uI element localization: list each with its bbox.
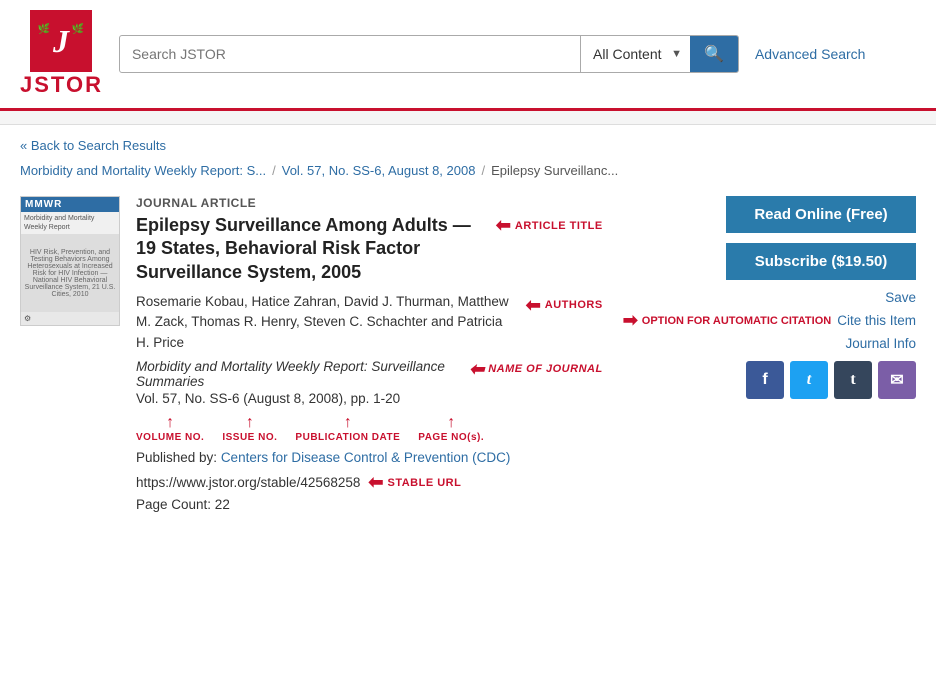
content-filter-select[interactable]: All Content — [581, 38, 690, 70]
citation-row: ➡ OPTION FOR AUTOMATIC CITATION Cite thi… — [623, 309, 916, 332]
header: J 🌿 🌿 JSTOR All Content 🔍 Advanced Searc… — [0, 0, 936, 111]
breadcrumb: Morbidity and Mortality Weekly Report: S… — [0, 159, 936, 186]
email-icon: ✉ — [890, 370, 903, 390]
main-content: MMWR Morbidity and Mortality Weekly Repo… — [0, 186, 936, 532]
journal-annotation-label: NAME OF JOURNAL — [488, 363, 602, 375]
back-to-search-link[interactable]: « Back to Search Results — [20, 138, 166, 153]
twitter-share-button[interactable]: t — [790, 361, 828, 399]
cover-mmwr-bar: MMWR — [21, 197, 119, 212]
authors-annotation-label: AUTHORS — [545, 297, 603, 314]
stable-url-line: https://www.jstor.org/stable/42568258 ⬅ … — [136, 472, 603, 493]
pages-annotation: ↑ PAGE NO(s). — [418, 414, 484, 444]
cover-mmwr-sub: Morbidity and Mortality Weekly Report — [21, 212, 119, 234]
journal-name-line: Morbidity and Mortality Weekly Report: S… — [136, 359, 603, 389]
breadcrumb-item-2[interactable]: Vol. 57, No. SS-6, August 8, 2008 — [282, 163, 476, 178]
volume-issue-text: Vol. 57, No. SS-6 (August 8, 2008), pp. … — [136, 391, 603, 406]
breadcrumb-item-1[interactable]: Morbidity and Mortality Weekly Report: S… — [20, 163, 266, 178]
authors-arrow-icon: ⬅ — [526, 292, 541, 319]
citation-area: Save ➡ OPTION FOR AUTOMATIC CITATION Cit… — [623, 290, 916, 351]
article-info: JOURNAL ARTICLE Epilepsy Surveillance Am… — [136, 196, 603, 512]
content-filter-wrapper: All Content — [581, 38, 690, 70]
search-button[interactable]: 🔍 — [690, 36, 738, 72]
publisher-line: Published by: Centers for Disease Contro… — [136, 448, 603, 468]
date-annotation: ↑ PUBLICATION DATE — [295, 414, 400, 444]
back-link-area: « Back to Search Results — [0, 125, 936, 159]
stable-url-annotation-label: STABLE URL — [387, 477, 461, 489]
journal-arrow-icon: ⬅ — [469, 359, 484, 380]
stable-url-annotation: ⬅ STABLE URL — [368, 472, 461, 493]
facebook-icon: f — [762, 371, 767, 389]
publisher-prefix: Published by: — [136, 450, 221, 465]
logo-area: J 🌿 🌿 JSTOR — [20, 10, 103, 98]
issue-arrow-icon: ↑ — [246, 414, 254, 432]
authors-text: Rosemarie Kobau, Hatice Zahran, David J.… — [136, 292, 518, 353]
volume-annotation: ↑ VOLUME NO. — [136, 414, 204, 444]
social-share-row: f t t ✉ — [746, 361, 916, 399]
date-annotation-label: PUBLICATION DATE — [295, 432, 400, 444]
breadcrumb-sep-1: / — [272, 163, 276, 178]
publisher-link[interactable]: Centers for Disease Control & Prevention… — [221, 450, 511, 465]
stable-url-text: https://www.jstor.org/stable/42568258 — [136, 475, 360, 490]
right-column: Read Online (Free) Subscribe ($19.50) Sa… — [623, 196, 916, 512]
article-title-area: Epilepsy Surveillance Among Adults — 19 … — [136, 214, 603, 284]
cover-img-placeholder: HIV Risk, Prevention, and Testing Behavi… — [21, 234, 119, 312]
jstor-logo-icon: J 🌿 🌿 — [30, 10, 92, 72]
twitter-icon: t — [807, 371, 811, 389]
search-input[interactable] — [120, 38, 580, 70]
breadcrumb-item-3: Epilepsy Surveillanc... — [491, 163, 618, 178]
authors-annotation: ⬅ AUTHORS — [526, 292, 603, 319]
vol-arrow-icon: ↑ — [166, 414, 174, 432]
issue-annotation: ↑ ISSUE NO. — [222, 414, 277, 444]
citation-arrow-icon: ➡ — [623, 309, 638, 332]
article-title-text: Epilepsy Surveillance Among Adults — 19 … — [136, 214, 488, 284]
journal-info-row: Journal Info — [845, 336, 916, 351]
pages-arrow-icon: ↑ — [447, 414, 455, 432]
sub-header-bar — [0, 111, 936, 125]
issue-annotation-label: ISSUE NO. — [222, 432, 277, 444]
svg-text:J: J — [52, 23, 70, 59]
journal-annotation: ⬅ NAME OF JOURNAL — [469, 359, 603, 380]
volume-line-container: Vol. 57, No. SS-6 (August 8, 2008), pp. … — [136, 391, 603, 444]
save-link[interactable]: Save — [885, 290, 916, 305]
title-arrow-icon: ⬅ — [496, 214, 511, 237]
volume-annotations: ↑ VOLUME NO. ↑ ISSUE NO. ↑ PUBLICATION D… — [136, 414, 603, 444]
authors-line: Rosemarie Kobau, Hatice Zahran, David J.… — [136, 292, 603, 353]
journal-name-text: Morbidity and Mortality Weekly Report: S… — [136, 359, 461, 389]
journal-info-link[interactable]: Journal Info — [845, 336, 916, 351]
read-online-button[interactable]: Read Online (Free) — [726, 196, 916, 233]
citation-option-label: ➡ OPTION FOR AUTOMATIC CITATION — [623, 309, 832, 332]
pages-annotation-label: PAGE NO(s). — [418, 432, 484, 444]
stable-url-arrow-icon: ⬅ — [368, 472, 383, 493]
title-annotation: ⬅ ARTICLE TITLE — [496, 214, 603, 237]
left-column: MMWR Morbidity and Mortality Weekly Repo… — [20, 196, 603, 512]
cite-this-item-link[interactable]: Cite this Item — [837, 313, 916, 328]
save-row: Save — [885, 290, 916, 305]
email-share-button[interactable]: ✉ — [878, 361, 916, 399]
title-annotation-label: ARTICLE TITLE — [515, 219, 603, 233]
cover-image: MMWR Morbidity and Mortality Weekly Repo… — [20, 196, 120, 326]
subscribe-button[interactable]: Subscribe ($19.50) — [726, 243, 916, 280]
svg-text:🌿: 🌿 — [72, 22, 84, 35]
vol-annotation-label: VOLUME NO. — [136, 432, 204, 444]
date-arrow-icon: ↑ — [344, 414, 352, 432]
tumblr-icon: t — [850, 371, 855, 389]
jstor-wordmark: JSTOR — [20, 72, 103, 98]
facebook-share-button[interactable]: f — [746, 361, 784, 399]
cover-footer: ⚙ — [21, 312, 119, 325]
svg-text:🌿: 🌿 — [38, 22, 50, 35]
breadcrumb-sep-2: / — [481, 163, 485, 178]
advanced-search-link[interactable]: Advanced Search — [755, 46, 866, 62]
tumblr-share-button[interactable]: t — [834, 361, 872, 399]
search-bar: All Content 🔍 — [119, 35, 739, 73]
article-type: JOURNAL ARTICLE — [136, 196, 603, 210]
page-count-line: Page Count: 22 — [136, 497, 603, 512]
